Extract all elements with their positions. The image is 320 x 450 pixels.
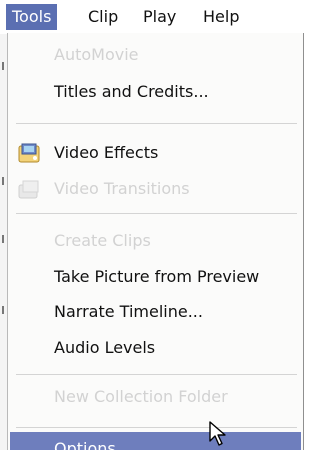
- menu-item-take-picture[interactable]: Take Picture from Preview: [10, 260, 301, 294]
- video-effects-label: Video Effects: [54, 143, 159, 162]
- menu-item-audio-levels[interactable]: Audio Levels: [10, 331, 301, 365]
- menu-play[interactable]: Play: [137, 4, 182, 30]
- menu-item-new-collection-folder[interactable]: New Collection Folder: [10, 380, 301, 414]
- menu-bar: Tools Clip Play Help: [0, 0, 309, 34]
- menu-help[interactable]: Help: [197, 4, 245, 30]
- menu-clip[interactable]: Clip: [82, 4, 124, 30]
- menu-item-video-effects[interactable]: Video Effects: [10, 136, 301, 170]
- menu-tools[interactable]: Tools: [6, 4, 58, 30]
- menu-item-create-clips[interactable]: Create Clips: [10, 224, 301, 258]
- menu-item-video-transitions[interactable]: Video Transitions: [10, 172, 301, 206]
- menu-separator: [16, 374, 297, 375]
- background-window-edge: [0, 34, 7, 450]
- menu-item-narrate-timeline[interactable]: Narrate Timeline...: [10, 295, 301, 329]
- video-transitions-label: Video Transitions: [54, 179, 190, 198]
- menu-item-automovie[interactable]: AutoMovie: [10, 38, 301, 72]
- menu-separator: [16, 123, 297, 124]
- video-transitions-icon: [18, 180, 39, 199]
- tools-dropdown-menu: AutoMovie Titles and Credits... Video Ef…: [7, 33, 304, 450]
- menu-item-titles-and-credits[interactable]: Titles and Credits...: [10, 75, 301, 109]
- menu-item-options[interactable]: Options...: [10, 432, 301, 450]
- menu-separator: [16, 427, 297, 428]
- mouse-pointer-icon: [209, 421, 226, 446]
- menu-separator: [16, 213, 297, 214]
- video-effects-icon: [18, 143, 40, 163]
